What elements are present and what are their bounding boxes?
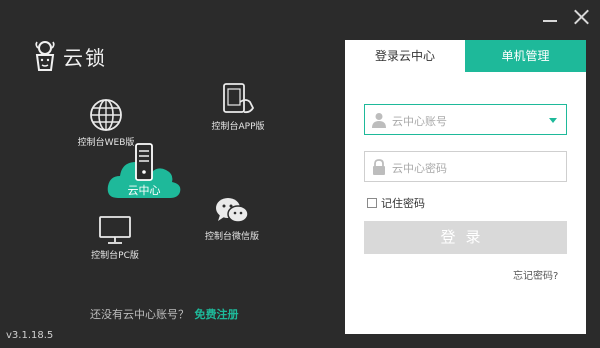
lock-icon (373, 159, 385, 175)
register-prompt-text: 还没有云中心账号？ (90, 308, 189, 321)
monitor-icon (99, 216, 131, 244)
remember-password-checkbox[interactable]: 记住密码 (367, 195, 425, 211)
checkbox-box[interactable] (367, 198, 377, 208)
close-icon[interactable] (572, 8, 590, 26)
minimize-icon[interactable] (541, 8, 559, 26)
feature-app-console: 控制台APP版 (205, 82, 271, 132)
globe-icon (90, 99, 122, 131)
register-link[interactable]: 免费注册 (195, 308, 239, 321)
register-prompt: 还没有云中心账号？ 免费注册 (90, 306, 239, 322)
feature-pc-label: 控制台PC版 (91, 251, 139, 261)
login-tabs: 登录云中心 单机管理 (345, 40, 586, 72)
feature-wechat-console: 控制台微信版 (200, 196, 264, 242)
cloud-center-label: 云中心 (127, 184, 161, 197)
password-input[interactable]: 云中心密码 (364, 151, 567, 182)
login-panel: 登录云中心 单机管理 云中心账号 云中心密码 记住密码 登录 忘记密码? (345, 40, 586, 334)
lion-logo-icon (35, 41, 55, 71)
forgot-password-link[interactable]: 忘记密码? (513, 267, 558, 282)
caret-down-icon[interactable] (549, 118, 557, 123)
password-placeholder: 云中心密码 (392, 162, 447, 175)
login-window: 云锁 控制台WEB版 控制台APP版 云中心 控制台PC版 控制台微信版 还没有… (0, 0, 600, 348)
app-logo: 云锁 (33, 40, 107, 72)
version-label: v3.1.18.5 (6, 330, 54, 341)
app-name: 云锁 (63, 45, 107, 70)
tab-cloud-login[interactable]: 登录云中心 (345, 40, 465, 72)
tab-local-management[interactable]: 单机管理 (465, 40, 586, 72)
account-placeholder: 云中心账号 (392, 115, 447, 128)
feature-app-label: 控制台APP版 (211, 122, 265, 132)
login-button[interactable]: 登录 (364, 221, 567, 254)
tablet-hand-icon (223, 83, 255, 114)
feature-wechat-label: 控制台微信版 (204, 232, 259, 242)
feature-pc-console: 控制台PC版 (84, 215, 146, 261)
user-icon (372, 113, 386, 128)
account-input[interactable]: 云中心账号 (364, 104, 567, 135)
wechat-icon (216, 198, 249, 223)
remember-password-label: 记住密码 (381, 197, 425, 210)
